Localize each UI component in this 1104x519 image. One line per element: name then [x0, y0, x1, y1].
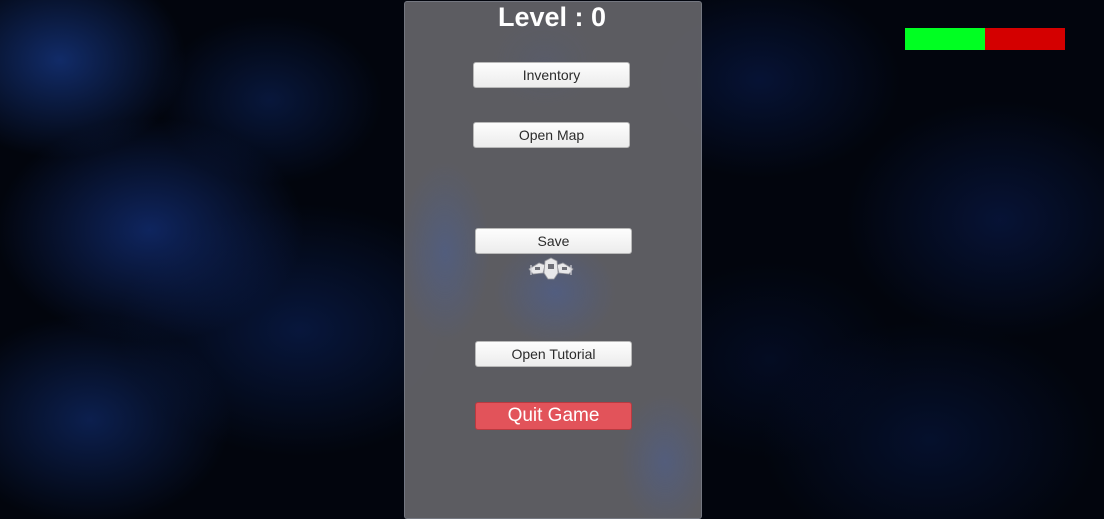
save-button[interactable]: Save	[475, 228, 632, 254]
inventory-button[interactable]: Inventory	[473, 62, 630, 88]
health-bar-fill	[905, 28, 985, 50]
quit-game-button[interactable]: Quit Game	[475, 402, 632, 430]
spaceship-icon	[528, 257, 574, 280]
open-tutorial-button[interactable]: Open Tutorial	[475, 341, 632, 367]
space-background: Level : 0 Inventory Open Map Save Open T…	[0, 0, 1104, 519]
level-label: Level : 0	[497, 2, 607, 32]
open-map-button[interactable]: Open Map	[473, 122, 630, 148]
health-bar-empty	[985, 28, 1065, 50]
health-bar	[905, 28, 1065, 50]
